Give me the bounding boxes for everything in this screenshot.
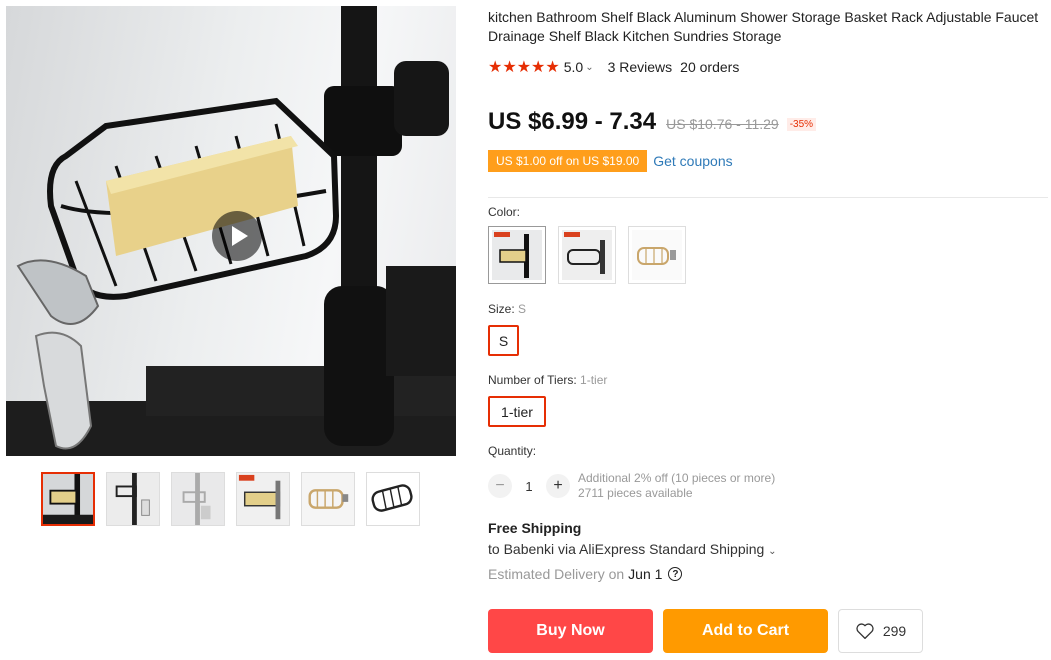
- delivery-date: Jun 1: [628, 566, 663, 582]
- divider: [488, 197, 1048, 198]
- chevron-down-icon: ⌄: [768, 546, 777, 557]
- product-title: kitchen Bathroom Shelf Black Aluminum Sh…: [488, 9, 1039, 44]
- quantity-note: Additional 2% off (10 pieces or more) 27…: [578, 471, 776, 500]
- color-option-black-1[interactable]: [488, 226, 546, 284]
- color-option-gold[interactable]: [628, 226, 686, 284]
- add-to-cart-button[interactable]: Add to Cart: [663, 609, 828, 653]
- color-option-black-2[interactable]: [558, 226, 616, 284]
- thumbnail-1[interactable]: [41, 472, 95, 526]
- thumbnail-6[interactable]: [366, 472, 420, 526]
- coupon-row: US $1.00 off on US $19.00 Get coupons: [488, 150, 733, 172]
- shipping-title: Free Shipping: [488, 520, 582, 536]
- thumbnail-strip: [41, 472, 420, 526]
- reviews-link[interactable]: 3 Reviews: [608, 59, 673, 75]
- rating-chevron-icon[interactable]: ⌄: [585, 62, 593, 73]
- color-options: [488, 226, 686, 284]
- wishlist-button[interactable]: 299: [838, 609, 923, 653]
- rating-row: ★★★★★ 5.0 ⌄ 3 Reviews 20 orders: [488, 57, 739, 77]
- thumbnail-3[interactable]: [171, 472, 225, 526]
- size-option-s[interactable]: S: [488, 325, 519, 356]
- buy-now-button[interactable]: Buy Now: [488, 609, 653, 653]
- tier-selected-value: 1-tier: [580, 373, 608, 387]
- size-label: Size: S: [488, 302, 527, 316]
- thumbnail-2[interactable]: [106, 472, 160, 526]
- quantity-label: Quantity:: [488, 444, 537, 458]
- action-buttons: Buy Now Add to Cart 299: [488, 609, 923, 653]
- quantity-input[interactable]: 1: [512, 479, 546, 494]
- help-icon[interactable]: ?: [668, 567, 683, 581]
- wishlist-count: 299: [882, 623, 907, 639]
- orders-count: 20 orders: [680, 59, 740, 75]
- quantity-stepper: − 1 + Additional 2% off (10 pieces or mo…: [488, 471, 775, 501]
- rating-value[interactable]: 5.0: [564, 59, 583, 75]
- thumbnail-4[interactable]: [236, 472, 290, 526]
- tier-label: Number of Tiers: 1-tier: [488, 373, 608, 387]
- coupon-badge[interactable]: US $1.00 off on US $19.00: [488, 150, 648, 172]
- estimated-delivery: Estimated Delivery on Jun 1 ?: [488, 566, 683, 582]
- shipping-method-selector[interactable]: to Babenki via AliExpress Standard Shipp…: [488, 541, 777, 557]
- thumbnail-5[interactable]: [301, 472, 355, 526]
- rating-stars-icon: ★★★★★: [488, 59, 560, 76]
- main-product-image[interactable]: [6, 6, 456, 456]
- quantity-increase-button[interactable]: +: [546, 474, 570, 498]
- heart-icon: [856, 623, 874, 640]
- current-price: US $6.99 - 7.34: [488, 108, 657, 135]
- tier-option-1[interactable]: 1-tier: [488, 396, 546, 427]
- price-row: US $6.99 - 7.34 US $10.76 - 11.29 -35%: [488, 108, 817, 136]
- discount-badge: -35%: [786, 118, 817, 131]
- color-label: Color:: [488, 205, 521, 219]
- play-video-button[interactable]: [212, 211, 262, 261]
- get-coupons-link[interactable]: Get coupons: [653, 153, 732, 169]
- original-price: US $10.76 - 11.29: [666, 116, 779, 132]
- size-selected-value: S: [518, 302, 527, 316]
- quantity-decrease-button[interactable]: −: [488, 474, 512, 498]
